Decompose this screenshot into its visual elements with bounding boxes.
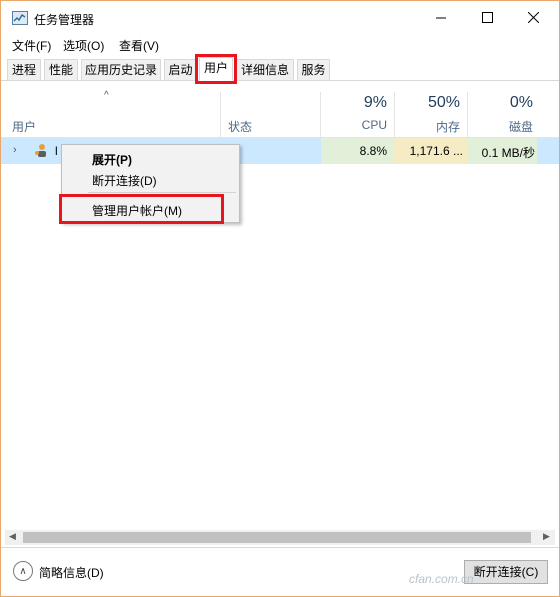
column-status[interactable]: 状态 bbox=[228, 118, 252, 135]
tab-startup[interactable]: 启动 bbox=[164, 59, 197, 80]
close-icon bbox=[527, 11, 539, 23]
column-memory[interactable]: 内存 bbox=[401, 118, 460, 135]
maximize-button[interactable] bbox=[464, 1, 510, 33]
user-icon bbox=[35, 144, 46, 157]
task-manager-icon bbox=[12, 11, 28, 25]
column-user[interactable]: 用户 bbox=[12, 118, 36, 135]
disconnect-button[interactable]: 断开连接(C) bbox=[464, 560, 548, 584]
maximize-icon bbox=[481, 11, 493, 23]
minimize-button[interactable] bbox=[418, 1, 464, 33]
menu-bar: 文件(F) 选项(O) 查看(V) bbox=[1, 35, 559, 55]
menu-options[interactable]: 选项(O) bbox=[63, 37, 104, 54]
scroll-left-icon[interactable]: ◀ bbox=[9, 531, 16, 542]
tab-app-history[interactable]: 应用历史记录 bbox=[81, 59, 161, 80]
column-divider[interactable] bbox=[220, 92, 221, 138]
menu-view[interactable]: 查看(V) bbox=[119, 37, 159, 54]
tab-details[interactable]: 详细信息 bbox=[236, 59, 294, 80]
column-header: ^ 用户 状态 9% CPU 50% 内存 0% 磁盘 bbox=[1, 82, 559, 138]
chevron-up-icon[interactable]: ∧ bbox=[13, 561, 33, 581]
window-title: 任务管理器 bbox=[34, 13, 95, 27]
tab-processes[interactable]: 进程 bbox=[7, 59, 41, 80]
user-memory-value: 1,171.6 ... bbox=[409, 144, 463, 158]
users-tab-highlight-box bbox=[195, 54, 237, 84]
menu-disconnect[interactable]: 断开连接(D) bbox=[92, 172, 157, 189]
task-manager-window: 任务管理器 文件(F) 选项(O) 查看(V) 进程 性能 应用历史记录 启动 … bbox=[0, 0, 560, 597]
column-divider[interactable] bbox=[394, 92, 395, 138]
user-cpu-value: 8.8% bbox=[359, 144, 387, 158]
column-divider[interactable] bbox=[320, 92, 321, 138]
menu-file[interactable]: 文件(F) bbox=[12, 37, 51, 54]
column-disk[interactable]: 磁盘 bbox=[471, 118, 533, 135]
menu-expand[interactable]: 展开(P) bbox=[92, 151, 132, 168]
fewer-details-link[interactable]: 简略信息(D) bbox=[39, 564, 104, 581]
menu-separator bbox=[88, 192, 236, 193]
user-disk-value: 0.1 MB/秒 bbox=[481, 146, 535, 160]
cpu-percent: 9% bbox=[363, 94, 387, 111]
tab-services[interactable]: 服务 bbox=[297, 59, 330, 80]
scrollbar-thumb[interactable] bbox=[23, 532, 531, 543]
disk-percent: 0% bbox=[509, 94, 533, 111]
column-divider[interactable] bbox=[467, 92, 468, 138]
tab-performance[interactable]: 性能 bbox=[44, 59, 78, 80]
footer: ∧ 简略信息(D) 断开连接(C) cfan.com.cn bbox=[1, 547, 559, 597]
tab-bar: 进程 性能 应用历史记录 启动 用户 详细信息 服务 bbox=[1, 57, 559, 81]
user-name: l bbox=[55, 144, 58, 158]
memory-percent: 50% bbox=[427, 94, 460, 111]
manage-accounts-highlight-box bbox=[59, 194, 224, 224]
sort-up-icon[interactable]: ^ bbox=[104, 90, 109, 101]
scroll-right-icon[interactable]: ▶ bbox=[543, 531, 550, 542]
horizontal-scrollbar[interactable]: ◀ ▶ bbox=[5, 530, 555, 545]
minimize-icon bbox=[435, 17, 446, 18]
close-button[interactable] bbox=[510, 1, 556, 33]
column-cpu[interactable]: CPU bbox=[331, 118, 387, 132]
chevron-right-icon[interactable]: › bbox=[13, 144, 17, 156]
title-bar[interactable]: 任务管理器 bbox=[1, 1, 559, 35]
